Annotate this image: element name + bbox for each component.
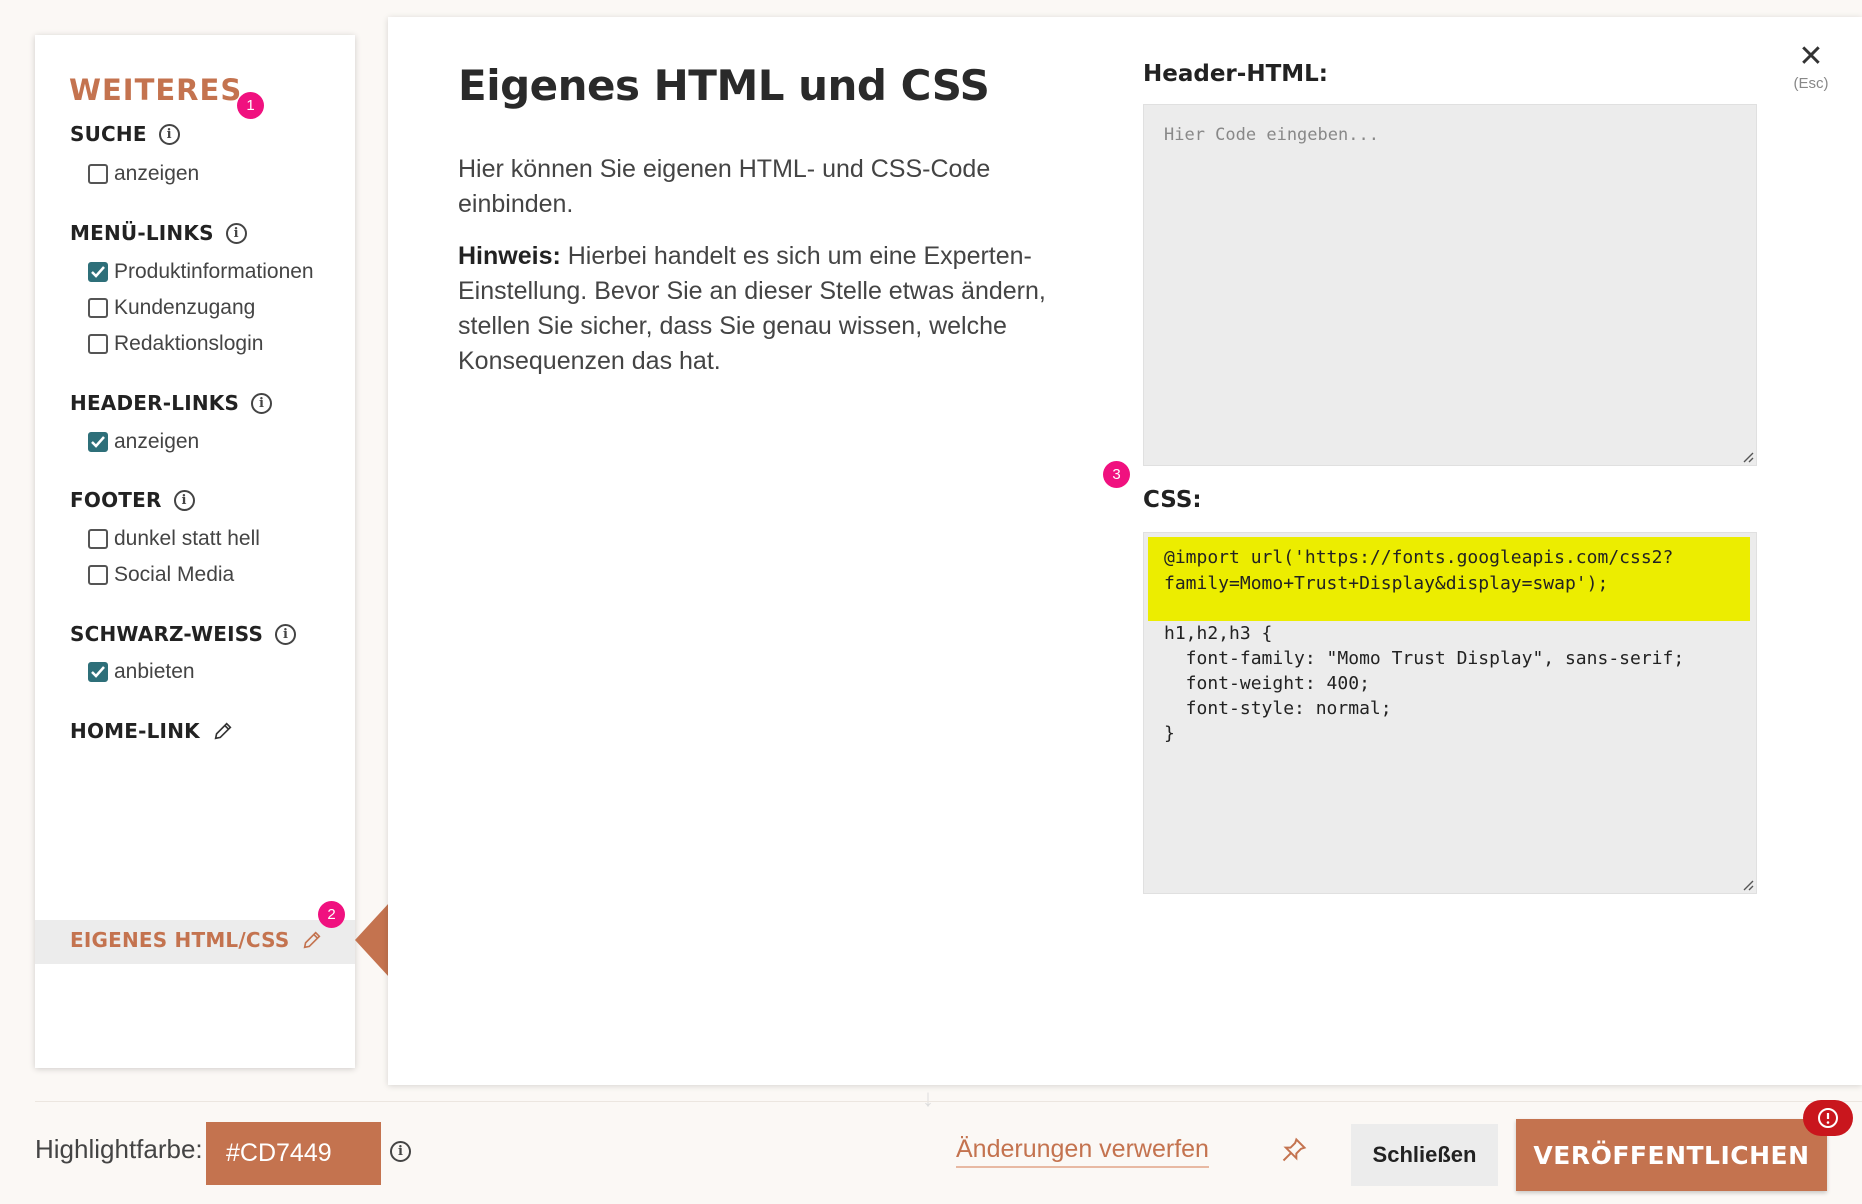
section-heading-suche: SUCHE i: [70, 122, 180, 146]
section-heading-label: EIGENES HTML/CSS: [70, 928, 290, 952]
checkbox-label: Produktinformationen: [114, 260, 314, 283]
checkbox-box[interactable]: [88, 334, 108, 354]
discard-changes-link[interactable]: Änderungen verwerfen: [956, 1135, 1209, 1168]
panel-description: Hier können Sie eigenen HTML- und CSS-Co…: [458, 155, 991, 218]
section-heading-label: MENÜ-LINKS: [70, 221, 214, 245]
sidebar-item-badge: 2: [318, 901, 345, 928]
checkbox-header-links-anzeigen[interactable]: anzeigen: [88, 430, 199, 454]
code-line: }: [1164, 723, 1175, 744]
info-icon[interactable]: i: [251, 392, 273, 414]
checkbox-box[interactable]: [88, 164, 108, 184]
sidebar-item-eigenes-html-css[interactable]: EIGENES HTML/CSS: [35, 920, 355, 964]
sidebar-title: WEITERES: [69, 73, 243, 107]
section-heading-label: HOME-LINK: [70, 719, 200, 743]
checkbox-produktinformationen[interactable]: Produktinformationen: [88, 260, 314, 284]
pencil-icon: [304, 931, 321, 949]
note-label: Hinweis:: [458, 242, 561, 270]
close-shortcut-label: (Esc): [1793, 75, 1829, 92]
checkbox-box[interactable]: [88, 565, 108, 585]
panel-note: Hinweis: Hierbei handelt es sich um eine…: [458, 239, 1048, 379]
css-badge: 3: [1103, 461, 1130, 488]
info-icon[interactable]: i: [225, 222, 247, 244]
section-heading-schwarz-weiss: SCHWARZ-WEISS i: [70, 622, 297, 646]
sidebar-title-badge: 1: [237, 92, 264, 119]
section-heading-footer: FOOTER i: [70, 488, 195, 512]
section-heading-menu-links: MENÜ-LINKS i: [70, 221, 247, 245]
resize-handle-icon[interactable]: [1740, 877, 1754, 891]
info-icon[interactable]: i: [173, 489, 195, 511]
pencil-icon: [214, 722, 232, 740]
resize-handle-icon[interactable]: [1740, 449, 1754, 463]
close-button-footer[interactable]: Schließen: [1351, 1124, 1498, 1186]
section-heading-label: SCHWARZ-WEISS: [70, 622, 264, 646]
info-icon[interactable]: i: [158, 123, 180, 145]
section-heading-eigenes-html-css: EIGENES HTML/CSS: [70, 928, 323, 952]
footer-divider: [35, 1101, 1862, 1102]
section-heading-label: HEADER-LINKS: [70, 391, 240, 415]
header-html-placeholder: Hier Code eingeben...: [1164, 125, 1379, 145]
close-icon[interactable]: ✕: [1786, 39, 1836, 75]
info-icon[interactable]: i: [390, 1141, 411, 1162]
sidebar-item-home-link[interactable]: HOME-LINK: [70, 719, 234, 743]
highlight-color-label: Highlightfarbe:: [35, 1134, 203, 1164]
checkbox-label: anzeigen: [114, 162, 200, 185]
checkbox-box[interactable]: [88, 529, 108, 549]
exclamation-circle-icon[interactable]: [1803, 1100, 1853, 1136]
scroll-down-arrow-icon: ↓: [922, 1085, 934, 1112]
info-icon[interactable]: i: [275, 623, 297, 645]
sidebar: WEITERES 1 SUCHE i anzeigen MENÜ-LINKS i…: [35, 35, 355, 1068]
checkbox-schwarz-weiss-anbieten[interactable]: anbieten: [88, 660, 195, 684]
checkbox-box[interactable]: [88, 432, 108, 452]
header-html-textarea[interactable]: Hier Code eingeben...: [1143, 104, 1757, 466]
section-heading-label: FOOTER: [70, 488, 162, 512]
code-line: font-style: normal;: [1164, 698, 1392, 719]
pin-icon[interactable]: [1280, 1136, 1308, 1164]
checkbox-label: Social Media: [114, 563, 235, 586]
page-title: Eigenes HTML und CSS: [458, 61, 990, 110]
code-line: family=Momo+Trust+Display&display=swap')…: [1164, 573, 1609, 594]
close-button[interactable]: ✕ (Esc): [1786, 39, 1836, 92]
checkbox-label: Kundenzugang: [114, 296, 256, 319]
checkbox-box[interactable]: [88, 298, 108, 318]
checkbox-suche-anzeigen[interactable]: anzeigen: [88, 162, 199, 186]
checkbox-dunkel-statt-hell[interactable]: dunkel statt hell: [88, 527, 260, 551]
checkbox-label: dunkel statt hell: [114, 527, 260, 550]
css-textarea[interactable]: @import url('https://fonts.googleapis.co…: [1143, 532, 1757, 894]
header-html-label: Header-HTML:: [1143, 61, 1328, 87]
checkbox-box[interactable]: [88, 662, 108, 682]
checkbox-redaktionslogin[interactable]: Redaktionslogin: [88, 332, 263, 356]
active-item-pointer: [355, 903, 389, 977]
publish-button[interactable]: VERÖFFENTLICHEN: [1516, 1119, 1827, 1191]
checkbox-label: Redaktionslogin: [114, 332, 264, 355]
checkbox-kundenzugang[interactable]: Kundenzugang: [88, 296, 255, 320]
highlight-color-input[interactable]: #CD7449: [206, 1122, 381, 1185]
css-label: CSS:: [1143, 487, 1202, 513]
checkbox-box[interactable]: [88, 262, 108, 282]
section-heading-header-links: HEADER-LINKS i: [70, 391, 273, 415]
checkbox-label: anzeigen: [114, 430, 200, 453]
section-heading-label: SUCHE: [70, 122, 147, 146]
checkbox-social-media[interactable]: Social Media: [88, 563, 234, 587]
checkbox-label: anbieten: [114, 660, 195, 683]
settings-panel: Eigenes HTML und CSS Hier können Sie eig…: [388, 17, 1862, 1085]
